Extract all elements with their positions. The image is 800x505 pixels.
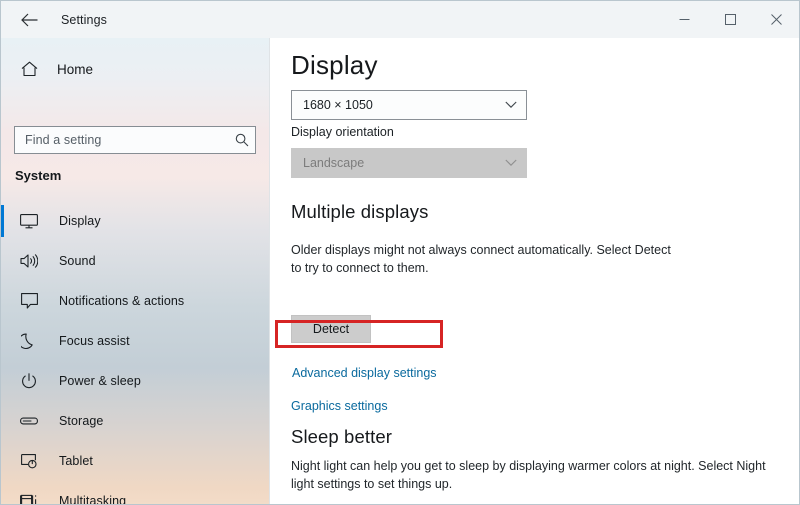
title-bar: Settings bbox=[1, 1, 799, 38]
resolution-value: 1680 × 1050 bbox=[303, 98, 496, 112]
monitor-icon bbox=[19, 214, 39, 229]
speaker-icon bbox=[19, 253, 39, 269]
minimize-button[interactable] bbox=[661, 1, 707, 38]
sidebar-item-label: Tablet bbox=[59, 454, 93, 468]
sidebar-item-label: Storage bbox=[59, 414, 103, 428]
notification-icon bbox=[19, 293, 39, 309]
sidebar-item-notifications[interactable]: Notifications & actions bbox=[1, 281, 269, 321]
maximize-icon bbox=[725, 14, 736, 25]
sidebar-item-sound[interactable]: Sound bbox=[1, 241, 269, 281]
close-icon bbox=[771, 14, 782, 25]
sidebar-item-multitasking[interactable]: Multitasking bbox=[1, 481, 269, 505]
sidebar-item-storage[interactable]: Storage bbox=[1, 401, 269, 441]
moon-icon bbox=[19, 333, 39, 349]
selection-indicator bbox=[1, 485, 4, 505]
sidebar-item-power-sleep[interactable]: Power & sleep bbox=[1, 361, 269, 401]
close-button[interactable] bbox=[753, 1, 799, 38]
multitasking-icon bbox=[19, 494, 39, 505]
window-controls bbox=[661, 1, 799, 38]
sidebar-home-label: Home bbox=[57, 62, 93, 77]
sidebar-item-home[interactable]: Home bbox=[1, 50, 269, 88]
multiple-displays-heading: Multiple displays bbox=[291, 201, 428, 223]
back-button[interactable] bbox=[9, 5, 49, 35]
sidebar-item-label: Focus assist bbox=[59, 334, 130, 348]
selection-indicator bbox=[1, 445, 4, 477]
search-icon[interactable] bbox=[229, 133, 255, 147]
sidebar-item-label: Sound bbox=[59, 254, 96, 268]
sidebar-item-label: Notifications & actions bbox=[59, 294, 184, 308]
settings-window: Settings bbox=[0, 0, 800, 505]
storage-icon bbox=[19, 416, 39, 426]
selection-indicator bbox=[1, 365, 4, 397]
selection-indicator bbox=[1, 205, 4, 237]
sidebar-item-display[interactable]: Display bbox=[1, 201, 269, 241]
back-arrow-icon bbox=[21, 13, 38, 27]
search-box[interactable]: Find a setting bbox=[14, 126, 256, 154]
maximize-button[interactable] bbox=[707, 1, 753, 38]
selection-indicator bbox=[1, 285, 4, 317]
advanced-display-settings-link[interactable]: Advanced display settings bbox=[292, 366, 437, 380]
sleep-better-description: Night light can help you get to sleep by… bbox=[291, 457, 783, 493]
multiple-displays-description: Older displays might not always connect … bbox=[291, 241, 673, 277]
sidebar-group-title: System bbox=[15, 168, 61, 183]
sidebar: Home Find a setting System bbox=[1, 38, 269, 505]
detect-button[interactable]: Detect bbox=[291, 315, 371, 343]
power-icon bbox=[19, 373, 39, 389]
resolution-dropdown[interactable]: 1680 × 1050 bbox=[291, 90, 527, 120]
sleep-better-heading: Sleep better bbox=[291, 426, 392, 448]
sidebar-item-focus-assist[interactable]: Focus assist bbox=[1, 321, 269, 361]
tablet-icon bbox=[19, 454, 39, 469]
sidebar-item-label: Power & sleep bbox=[59, 374, 141, 388]
selection-indicator bbox=[1, 245, 4, 277]
selection-indicator bbox=[1, 405, 4, 437]
sidebar-item-label: Multitasking bbox=[59, 494, 126, 505]
orientation-dropdown: Landscape bbox=[291, 148, 527, 178]
selection-indicator bbox=[1, 325, 4, 357]
page-title: Display bbox=[291, 50, 378, 81]
window-title: Settings bbox=[61, 13, 107, 27]
orientation-value: Landscape bbox=[303, 156, 496, 170]
minimize-icon bbox=[679, 14, 690, 25]
chevron-down-icon bbox=[496, 159, 526, 167]
sidebar-item-label: Display bbox=[59, 214, 101, 228]
orientation-label: Display orientation bbox=[291, 125, 394, 139]
search-input[interactable]: Find a setting bbox=[25, 133, 229, 147]
sidebar-nav-list: Display Sound bbox=[1, 201, 269, 505]
main-content: Display 1680 × 1050 Display orientation … bbox=[270, 38, 799, 505]
chevron-down-icon bbox=[496, 101, 526, 109]
graphics-settings-link[interactable]: Graphics settings bbox=[291, 399, 388, 413]
home-icon bbox=[18, 61, 40, 77]
sidebar-item-tablet[interactable]: Tablet bbox=[1, 441, 269, 481]
